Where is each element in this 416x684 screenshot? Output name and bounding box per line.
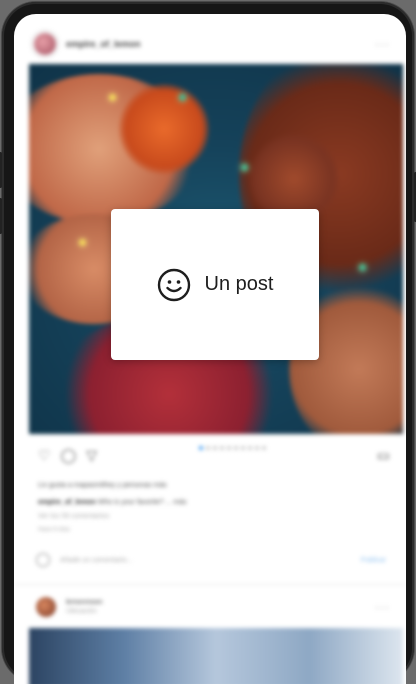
comment-icon[interactable]: ◯ [61,447,77,464]
divider [14,584,406,585]
second-post-username[interactable]: lemonmoon [66,598,103,607]
sparkle [359,264,366,271]
illustration-hair [119,84,209,174]
post-header: empire_of_lemon ··· [34,30,390,58]
caption-username[interactable]: empire_of_lemon [38,499,96,506]
avatar[interactable] [36,597,56,617]
send-icon[interactable]: ▽ [86,447,97,464]
caption-text: Who is your favorite? ... más [97,499,187,506]
post-username[interactable]: empire_of_lemon [66,39,141,49]
comment-input[interactable]: Añade un comentario... [60,557,132,564]
second-post-subtitle: Ubicación [66,608,97,615]
sparkle [241,164,248,171]
carousel-dots [199,446,266,450]
post-timestamp: Hace 6 días [38,527,71,533]
phone-side-button [0,152,2,188]
sparkle [179,94,186,101]
publish-button[interactable]: Publicar [361,557,386,564]
phone-side-button [0,198,2,234]
likes-line[interactable]: Liv gusta a mapasmithey y personas más [38,482,167,489]
second-post-user: lemonmoon Ubicación [66,598,103,616]
sparkle [109,94,116,101]
second-post-header: lemonmoon Ubicación ··· [36,594,390,620]
second-post-image[interactable] [29,628,403,684]
ellipsis-icon[interactable]: ··· [375,600,390,614]
heart-icon[interactable]: ♡ [38,447,51,464]
ellipsis-icon[interactable]: ··· [375,37,390,51]
emoji-icon[interactable] [36,553,50,567]
sparkle [79,239,86,246]
overlay-label: Un post [204,273,274,295]
overlay-card: Un post [111,209,319,360]
bookmark-icon[interactable]: ▭ [377,447,390,464]
avatar[interactable] [34,33,56,55]
view-comments-link[interactable]: Ver los 59 comentarios [38,513,109,520]
comment-row: Añade un comentario... Publicar [36,552,386,568]
smiley-icon [157,268,190,301]
caption: empire_of_lemon Who is your favorite? ..… [38,499,187,506]
